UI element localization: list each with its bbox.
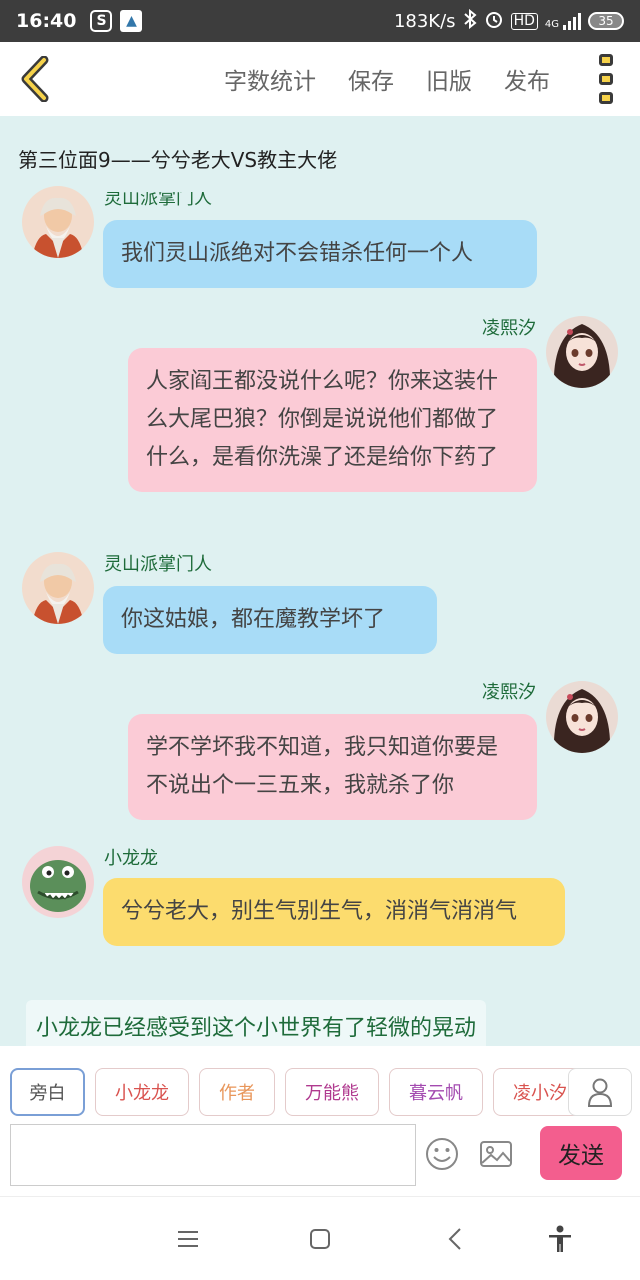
save-button[interactable]: 保存 xyxy=(348,62,394,96)
back-button[interactable] xyxy=(14,54,54,104)
send-button[interactable]: 发送 xyxy=(540,1126,622,1180)
image-icon xyxy=(480,1141,512,1167)
nav-accessibility-button[interactable] xyxy=(542,1221,578,1257)
sender-name: 灵山派掌门人 xyxy=(104,554,212,575)
status-bar: 16:40 S ▲ 183K/s HD 4G 35 xyxy=(0,0,640,42)
sender-name: 凌熙汐 xyxy=(482,318,536,339)
notification-s-icon: S xyxy=(90,10,113,32)
input-panel: 旁白 小龙龙 作者 万能熊 暮云帆 凌小汐 发送 xyxy=(0,1046,640,1196)
role-chip-narrator[interactable]: 旁白 xyxy=(10,1068,85,1116)
message-bubble[interactable]: 学不学坏我不知道，我只知道你要是不说出个一三五来，我就杀了你 xyxy=(128,714,537,820)
status-time: 16:40 xyxy=(16,10,77,32)
old-version-button[interactable]: 旧版 xyxy=(426,62,472,96)
role-selector: 旁白 小龙龙 作者 万能熊 暮云帆 凌小汐 xyxy=(10,1068,587,1116)
avatar-dragon[interactable] xyxy=(22,846,94,918)
signal-icon: 4G xyxy=(544,12,581,30)
role-chip-wannengxiong[interactable]: 万能熊 xyxy=(285,1068,379,1116)
insert-image-button[interactable] xyxy=(478,1136,514,1172)
battery-icon: 35 xyxy=(588,12,624,30)
signal-label: 4G xyxy=(544,18,559,30)
hd-icon: HD xyxy=(510,12,538,30)
nav-menu-button[interactable] xyxy=(170,1221,206,1257)
smiley-icon xyxy=(426,1138,458,1170)
editor-header: 字数统计 保存 旧版 发布 xyxy=(0,42,640,116)
chevron-left-icon xyxy=(21,56,49,102)
narration-text[interactable]: 小龙龙已经感受到这个小世界有了轻微的晃动 xyxy=(26,1000,487,1046)
add-role-button[interactable] xyxy=(568,1068,632,1116)
square-icon xyxy=(310,1229,330,1249)
chat-area[interactable]: 第三位面9——兮兮老大VS教主大佬 灵山派掌门人 我们灵山派绝对不会错杀任何一个… xyxy=(0,116,640,1046)
notification-app-icon: ▲ xyxy=(120,10,143,32)
menu-icon xyxy=(178,1231,198,1247)
message-bubble[interactable]: 你这姑娘，都在魔教学坏了 xyxy=(103,586,437,654)
more-vertical-icon xyxy=(599,54,613,66)
header-actions: 字数统计 保存 旧版 发布 xyxy=(224,42,550,116)
bluetooth-icon xyxy=(463,8,477,34)
person-icon xyxy=(587,1078,613,1107)
status-right: 183K/s HD 4G 35 xyxy=(393,8,624,34)
role-chip-author[interactable]: 作者 xyxy=(199,1068,275,1116)
message-bubble[interactable]: 我们灵山派绝对不会错杀任何一个人 xyxy=(103,220,537,288)
avatar-girl[interactable] xyxy=(546,316,618,388)
avatar-girl[interactable] xyxy=(546,681,618,753)
nav-back-button[interactable] xyxy=(437,1221,473,1257)
message-bubble[interactable]: 兮兮老大，别生气别生气，消消气消消气 xyxy=(103,878,565,946)
sender-name: 小龙龙 xyxy=(104,848,158,869)
system-navigation-bar xyxy=(0,1196,640,1280)
emoji-button[interactable] xyxy=(424,1136,460,1172)
sender-name: 凌熙汐 xyxy=(482,682,536,703)
publish-button[interactable]: 发布 xyxy=(504,62,550,96)
back-icon xyxy=(448,1228,461,1250)
nav-home-button[interactable] xyxy=(302,1221,338,1257)
message-bubble[interactable]: 人家阎王都没说什么呢？你来这装什么大尾巴狼？你倒是说说他们都做了什么，是看你洗澡… xyxy=(128,348,537,492)
avatar-elder[interactable] xyxy=(22,552,94,624)
more-menu-button[interactable] xyxy=(596,54,616,104)
alarm-icon xyxy=(484,9,504,34)
message-input[interactable] xyxy=(10,1124,416,1186)
network-speed: 183K/s xyxy=(393,10,456,32)
role-chip-xiaolonglong[interactable]: 小龙龙 xyxy=(95,1068,189,1116)
battery-level: 35 xyxy=(598,14,614,28)
sender-name: 灵山派掌门人 xyxy=(104,188,212,209)
chapter-title: 第三位面9——兮兮老大VS教主大佬 xyxy=(18,148,338,172)
word-count-button[interactable]: 字数统计 xyxy=(224,62,316,96)
role-chip-muyunfan[interactable]: 暮云帆 xyxy=(389,1068,483,1116)
avatar-elder[interactable] xyxy=(22,186,94,258)
accessibility-icon xyxy=(549,1225,571,1252)
